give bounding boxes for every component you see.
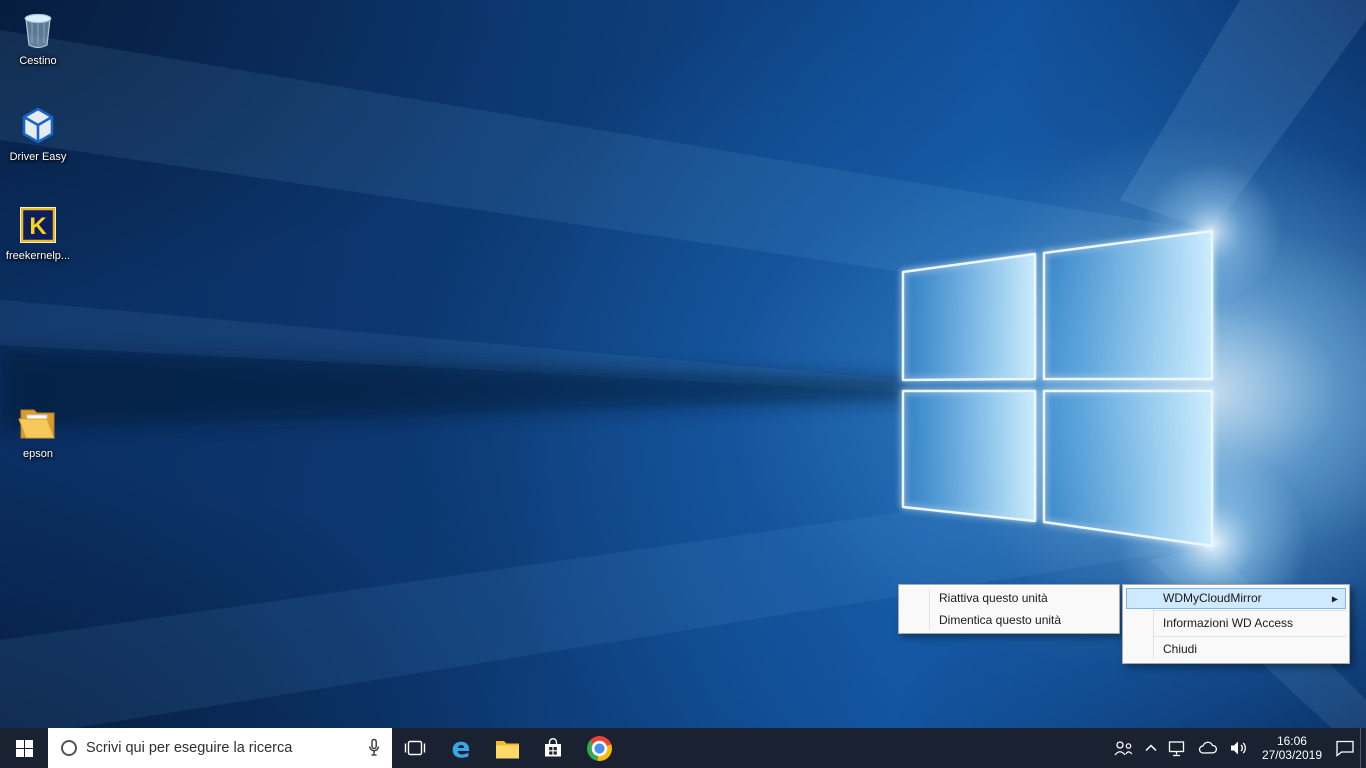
microphone-icon (369, 738, 380, 756)
people-icon (1114, 741, 1133, 756)
edge-icon: e (451, 731, 471, 764)
onedrive-button[interactable] (1192, 728, 1224, 768)
menu-item-informazioni-wd-access[interactable]: Informazioni WD Access (1123, 612, 1349, 635)
system-tray: 16:06 27/03/2019 (1107, 728, 1366, 768)
start-button[interactable] (0, 728, 48, 768)
task-view-button[interactable] (392, 728, 438, 768)
chevron-up-icon (1145, 744, 1157, 752)
menu-item-label: Riattiva questo unità (939, 591, 1048, 605)
show-desktop-button[interactable] (1360, 728, 1366, 768)
menu-item-wdmycloudmirror[interactable]: WDMyCloudMirror ▶ (1126, 588, 1346, 609)
recycle-bin-icon (16, 8, 60, 52)
desktop-icon-cestino[interactable]: Cestino (0, 8, 76, 67)
tray-overflow-button[interactable] (1139, 728, 1163, 768)
chrome-taskbar-button[interactable] (576, 728, 622, 768)
desktop-icon-epson[interactable]: epson (0, 401, 76, 460)
action-center-button[interactable] (1330, 728, 1360, 768)
clock-date: 27/03/2019 (1261, 748, 1322, 762)
windows-logo-icon (15, 739, 33, 757)
driver-easy-icon (16, 104, 60, 148)
menu-separator (1154, 636, 1347, 637)
network-button[interactable] (1163, 728, 1192, 768)
desktop-icon-freekernel[interactable]: K freekernelp... (0, 203, 76, 262)
network-icon (1168, 740, 1185, 756)
chrome-icon (586, 735, 612, 761)
menu-separator (1154, 610, 1347, 611)
submenu-arrow-icon: ▶ (1331, 594, 1338, 603)
action-center-icon (1336, 740, 1354, 757)
menu-item-dimentica-questo-unita[interactable]: Dimentica questo unità (899, 609, 1119, 631)
menu-item-label: Dimentica questo unità (939, 613, 1062, 627)
wd-drive-submenu: Riattiva questo unità Dimentica questo u… (898, 584, 1120, 634)
folder-icon (16, 401, 60, 445)
store-icon (545, 738, 561, 757)
menu-item-label: Informazioni WD Access (1163, 616, 1294, 630)
kernel-k-icon: K (16, 203, 60, 247)
search-icon (61, 740, 77, 756)
desktop-icon-label: epson (23, 448, 53, 460)
volume-button[interactable] (1224, 728, 1254, 768)
cloud-icon (1198, 741, 1217, 754)
desktop-icon-label: Cestino (19, 55, 57, 67)
clock[interactable]: 16:06 27/03/2019 (1254, 734, 1330, 762)
clock-time: 16:06 (1276, 734, 1307, 748)
svg-text:K: K (29, 213, 47, 240)
menu-item-riattiva-questo-unita[interactable]: Riattiva questo unità (899, 587, 1119, 609)
desktop-icon-driver-easy[interactable]: Driver Easy (0, 104, 76, 163)
edge-taskbar-button[interactable]: e (438, 728, 484, 768)
search-input[interactable] (86, 740, 356, 756)
menu-item-label: WDMyCloudMirror (1163, 591, 1262, 605)
desktop: Cestino Driver Easy K freekernelp... eps… (0, 0, 1366, 768)
search-box[interactable] (48, 728, 392, 768)
menu-item-label: Chiudi (1163, 642, 1198, 656)
desktop-icon-label: freekernelp... (5, 250, 71, 262)
file-explorer-taskbar-button[interactable] (484, 728, 530, 768)
file-explorer-icon (495, 740, 519, 758)
people-button[interactable] (1107, 728, 1139, 768)
desktop-icon-label: Driver Easy (9, 151, 67, 163)
task-view-icon (404, 740, 426, 756)
taskbar-empty-space (622, 728, 1107, 768)
wd-access-context-menu: WDMyCloudMirror ▶ Informazioni WD Access… (1122, 584, 1350, 664)
menu-item-chiudi[interactable]: Chiudi (1123, 638, 1349, 661)
taskbar: e (0, 728, 1366, 768)
speaker-icon (1230, 741, 1246, 755)
store-taskbar-button[interactable] (530, 728, 576, 768)
microphone-button[interactable] (356, 728, 392, 768)
